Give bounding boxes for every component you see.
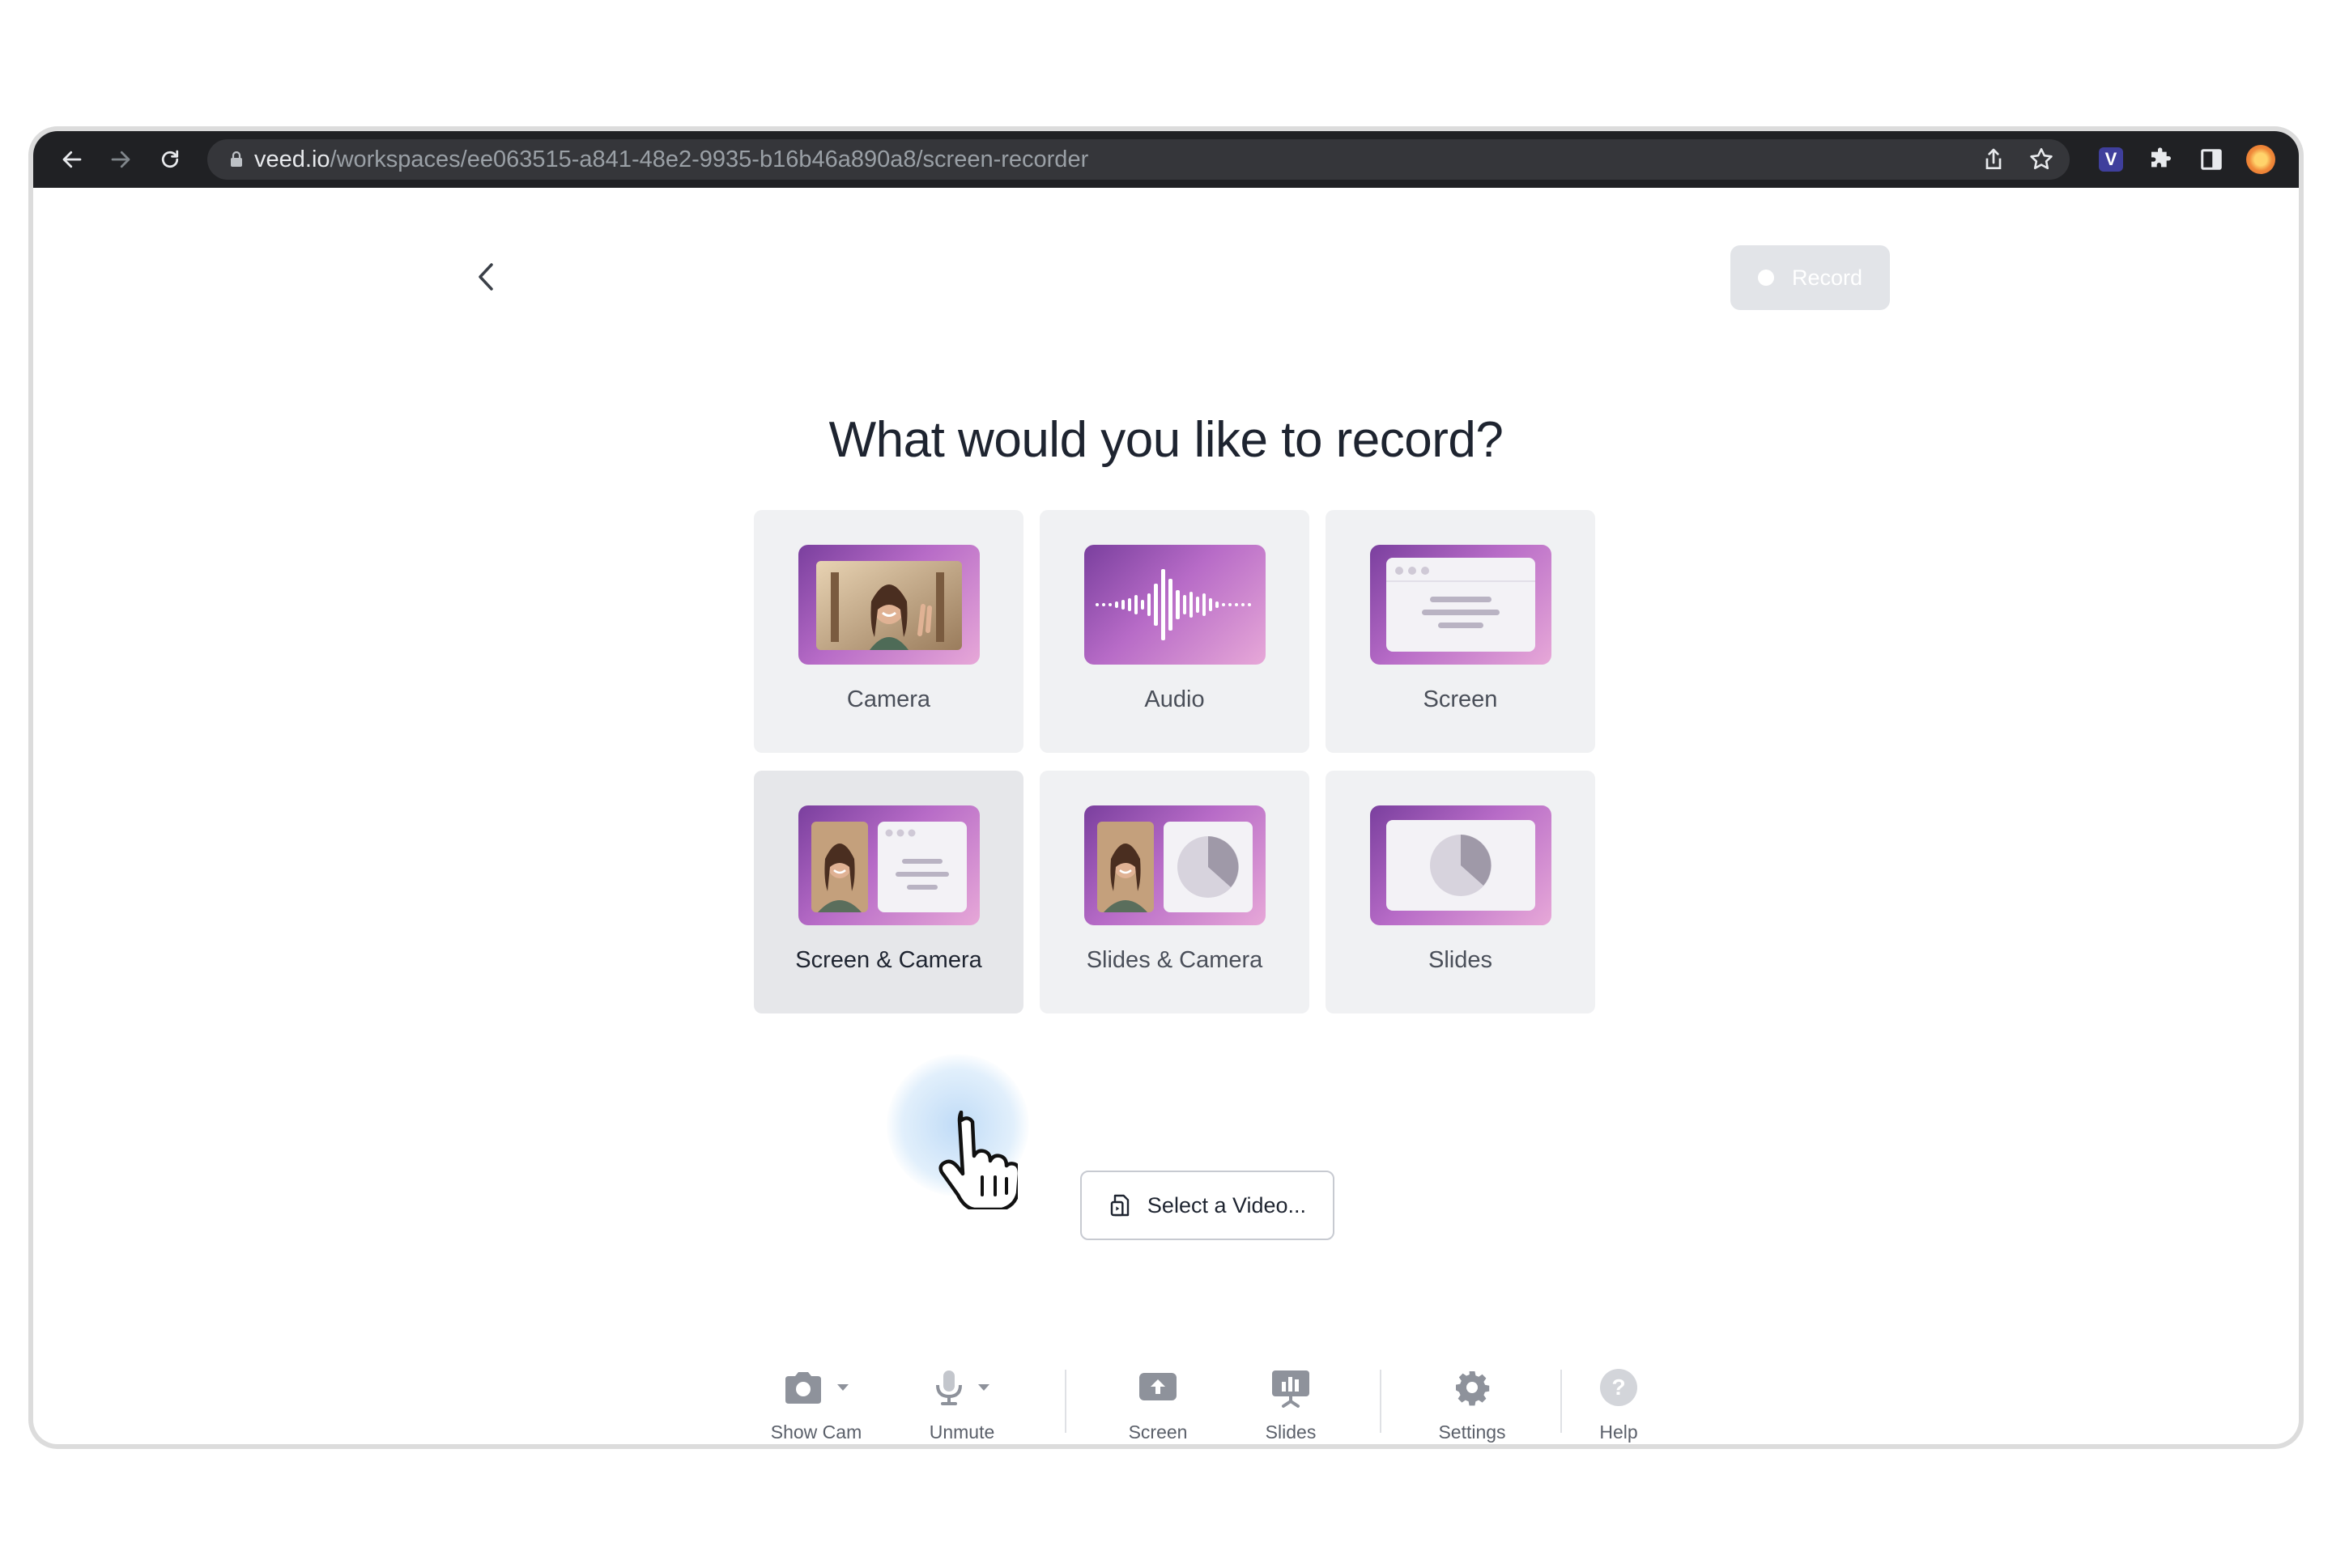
hand-pointer-icon: [934, 1110, 1022, 1212]
toolbar-divider: [1560, 1370, 1562, 1433]
browser-toolbar: veed.io/workspaces/ee063515-a841-48e2-99…: [33, 131, 2299, 188]
audio-thumbnail: [1084, 545, 1266, 665]
option-label: Slides: [1428, 947, 1492, 973]
screen-toolbar-button[interactable]: Screen: [1105, 1365, 1211, 1443]
settings-button[interactable]: Settings: [1419, 1365, 1525, 1443]
toolbar-divider: [1380, 1370, 1381, 1433]
question-icon: ?: [1600, 1369, 1637, 1406]
option-screen[interactable]: Screen: [1326, 510, 1595, 753]
page-title: What would you like to record?: [828, 412, 1504, 468]
microphone-icon: [936, 1370, 962, 1405]
option-slides[interactable]: Slides: [1326, 771, 1595, 1013]
select-video-button[interactable]: Select a Video...: [1080, 1171, 1334, 1240]
puzzle-icon[interactable]: [2147, 145, 2176, 174]
toolbar-label: Settings: [1438, 1421, 1506, 1443]
record-button[interactable]: Record: [1730, 245, 1890, 310]
toolbar-label: Help: [1599, 1421, 1638, 1443]
url-text: veed.io/workspaces/ee063515-a841-48e2-99…: [254, 147, 1088, 173]
screen-share-icon: [1139, 1373, 1177, 1400]
presentation-icon: [1272, 1370, 1309, 1408]
option-label: Screen: [1423, 686, 1498, 712]
toolbar-label: Unmute: [929, 1421, 995, 1443]
reload-icon[interactable]: [155, 145, 185, 174]
pie-chart-icon: [1177, 836, 1239, 898]
gear-icon: [1456, 1371, 1490, 1406]
record-button-label: Record: [1791, 265, 1863, 290]
toolbar-label: Slides: [1265, 1421, 1317, 1443]
option-label: Audio: [1144, 686, 1205, 712]
lock-icon: [228, 151, 245, 168]
file-video-icon: [1110, 1194, 1130, 1217]
extension-letter: V: [2099, 147, 2123, 172]
svg-text:?: ?: [1611, 1375, 1625, 1400]
screen-thumbnail: [1370, 545, 1551, 665]
slides-thumbnail: [1370, 805, 1551, 925]
forward-arrow-icon[interactable]: [106, 145, 135, 174]
sidebar-icon[interactable]: [2197, 145, 2226, 174]
option-camera[interactable]: Camera: [754, 510, 1023, 753]
option-slides-and-camera[interactable]: Slides & Camera: [1040, 771, 1309, 1013]
veed-extension-icon[interactable]: V: [2096, 145, 2126, 174]
profile-avatar-image: [2246, 145, 2275, 174]
option-label: Screen & Camera: [795, 947, 982, 973]
unmute-button[interactable]: Unmute: [909, 1365, 1015, 1443]
toolbar-divider: [1065, 1370, 1066, 1433]
profile-avatar[interactable]: [2246, 145, 2275, 174]
waveform-icon: [1096, 569, 1251, 640]
pie-chart-icon: [1430, 835, 1492, 896]
chevron-down-icon[interactable]: [977, 1383, 991, 1392]
record-dot-icon: [1757, 270, 1774, 286]
toolbar-label: Screen: [1128, 1421, 1188, 1443]
help-button[interactable]: ? Help: [1566, 1365, 1671, 1443]
option-audio[interactable]: Audio: [1040, 510, 1309, 753]
url-path: /workspaces/ee063515-a841-48e2-9935-b16b…: [330, 146, 1089, 172]
slides-toolbar-button[interactable]: Slides: [1238, 1365, 1343, 1443]
browser-window-icon: [1386, 558, 1535, 652]
back-arrow-icon[interactable]: [57, 145, 87, 174]
option-label: Camera: [846, 686, 931, 712]
camera-icon: [785, 1372, 821, 1404]
url-host: veed.io: [254, 146, 330, 172]
option-screen-and-camera[interactable]: Screen & Camera: [754, 771, 1023, 1013]
share-icon[interactable]: [1981, 146, 2006, 173]
back-chevron-icon[interactable]: [470, 257, 503, 297]
address-bar[interactable]: veed.io/workspaces/ee063515-a841-48e2-99…: [207, 139, 2070, 180]
star-icon[interactable]: [2028, 146, 2055, 173]
camera-thumbnail: [798, 545, 980, 665]
browser-window: veed.io/workspaces/ee063515-a841-48e2-99…: [33, 131, 2299, 1444]
slides-camera-thumbnail: [1084, 805, 1266, 925]
option-label: Slides & Camera: [1086, 947, 1263, 973]
toolbar-label: Show Cam: [770, 1421, 862, 1443]
kebab-menu-icon[interactable]: [2298, 145, 2299, 174]
show-cam-button[interactable]: Show Cam: [764, 1365, 869, 1443]
screen-camera-thumbnail: [798, 805, 980, 925]
select-video-label: Select a Video...: [1147, 1192, 1307, 1217]
chevron-down-icon[interactable]: [836, 1383, 850, 1392]
